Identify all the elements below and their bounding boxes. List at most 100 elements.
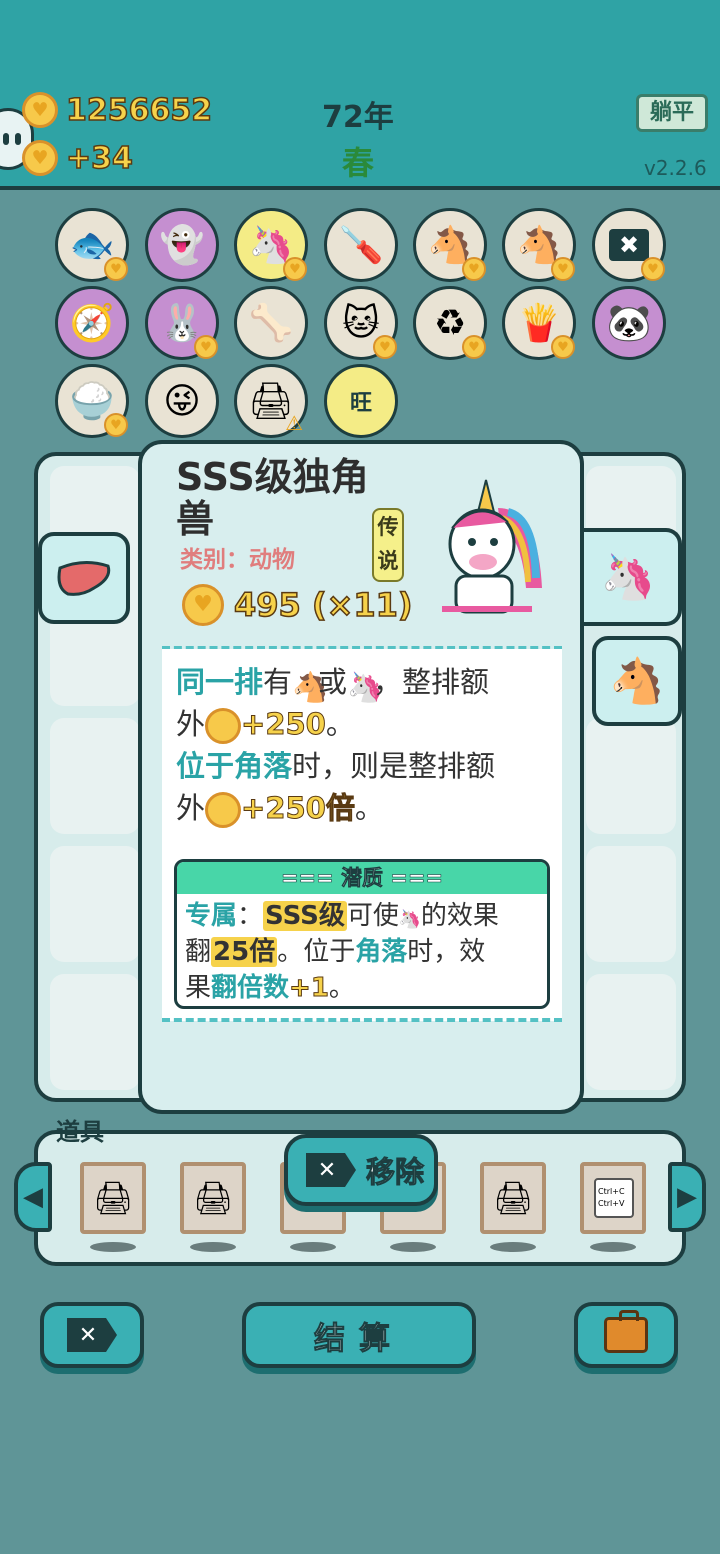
board-cell	[586, 974, 676, 1090]
effect-keyword: 同一排	[176, 665, 264, 699]
tool-slot-ctrl-c-v[interactable]: Ctrl+C Ctrl+V	[580, 1162, 646, 1234]
grid-item[interactable]: ✖ ♥	[592, 208, 666, 282]
potential-text: 专属：SSS级可使🦄的效果 翻25倍。位于角落时，效 果翻倍数+1。	[177, 894, 547, 1006]
potential-text-part: 。位于	[277, 937, 356, 967]
item-price-row: 495 (×11)	[182, 584, 413, 626]
grid-item[interactable]: 🐴 ♥	[502, 208, 576, 282]
potential-text-part: 的效果	[420, 901, 499, 931]
settle-label: 结算	[314, 1320, 404, 1357]
cat-icon: 🐱	[342, 302, 380, 344]
ghost-icon: 👻	[159, 225, 205, 266]
grid-item[interactable]: 🐰 ♥	[145, 286, 219, 360]
heart-badge-icon: ♥	[373, 335, 397, 359]
grid-item[interactable]: 旺	[324, 364, 398, 438]
horse-icon: 🐴	[609, 656, 665, 707]
divider	[162, 1018, 562, 1022]
effect-description: 同一排有🐴或🦄，整排额 外 +250。 位于角落时，则是整排额 外 +250倍。 =…	[162, 649, 562, 1021]
potential-text-part: 果	[185, 973, 212, 1003]
board-cell	[50, 974, 140, 1090]
tool-slot-printer[interactable]: 🖨	[180, 1162, 246, 1234]
remove-icon: ✕	[67, 1318, 117, 1352]
potential-highlight: SSS级	[263, 901, 347, 931]
potential-text-part: 。	[328, 973, 355, 1003]
printer-icon: 🖨	[92, 1179, 134, 1217]
heart-badge-icon: ♥	[104, 413, 128, 437]
grid-item[interactable]: 😜	[145, 364, 219, 438]
income-row: +34	[22, 140, 134, 177]
heart-badge-icon: ♥	[551, 335, 575, 359]
slot-shadow	[490, 1242, 536, 1252]
lie-flat-button[interactable]: 躺平	[636, 94, 708, 132]
grid-item[interactable]: 🦴	[234, 286, 308, 360]
remove-mode-button[interactable]: ✕	[40, 1302, 144, 1368]
remove-tag-icon: ✖	[608, 229, 650, 261]
potential-text-part: 时，效	[407, 937, 486, 967]
briefcase-icon	[604, 1310, 648, 1353]
version-label: v2.2.6	[644, 156, 707, 180]
grid-item[interactable]: ♻ ♥	[413, 286, 487, 360]
board-cell	[586, 846, 676, 962]
item-detail-popup: SSS级独角兽 类别：动物 传说 495 (×11) 同一排有🐴或🦄，整排额 外…	[138, 440, 584, 1114]
heart-badge-icon: ♥	[551, 257, 575, 281]
unicorn-slot-card[interactable]: 🦄	[578, 528, 682, 626]
ghost-tongue-icon: 😜	[163, 380, 201, 422]
grid-item[interactable]: 🪛	[324, 208, 398, 282]
coin-icon	[22, 140, 58, 176]
grid-item[interactable]: 🐱 ♥	[324, 286, 398, 360]
potential-keyword: 角落	[355, 937, 408, 967]
potential-header: === 潜质 ===	[177, 862, 547, 894]
horse-card[interactable]: 🐴	[592, 636, 682, 726]
wang-text-icon: 旺	[349, 391, 372, 416]
grid-item[interactable]: 🐼	[592, 286, 666, 360]
remove-button[interactable]: ✕ 移除	[284, 1134, 438, 1206]
effect-text-part: 外	[176, 791, 206, 825]
grid-item[interactable]: 🐴 ♥	[413, 208, 487, 282]
heart-badge-icon: ♥	[104, 257, 128, 281]
slot-shadow	[190, 1242, 236, 1252]
season-label: 春	[342, 144, 375, 182]
printer-icon: 🖨	[192, 1179, 234, 1217]
rarity-tag: 传说	[372, 508, 404, 582]
inventory-button[interactable]	[574, 1302, 678, 1368]
effect-text: 同一排有🐴或🦄，整排额 外 +250。 位于角落时，则是整排额 外 +250倍。	[176, 661, 556, 829]
potential-text-part: 可使	[346, 901, 399, 931]
unicorn-icon: 🦄	[600, 552, 656, 603]
heart-badge-icon: ♥	[641, 257, 665, 281]
chevron-left-icon: ◀	[23, 1182, 43, 1212]
slot-shadow	[590, 1242, 636, 1252]
horse-mini-icon: 🐴	[292, 670, 329, 704]
unicorn-mini-icon: 🦄	[347, 670, 384, 704]
potential-keyword: 专属	[185, 901, 238, 931]
liver-card[interactable]	[38, 532, 130, 624]
heart-badge-icon: ♥	[194, 335, 218, 359]
effect-keyword: 位于角落	[176, 749, 293, 783]
tools-label: 道具	[56, 1118, 104, 1146]
pet-bowl-icon: 🦴	[248, 303, 294, 344]
coin-total: 1256652	[65, 92, 213, 129]
potential-bonus: +1	[289, 973, 330, 1004]
unicorn-mini-icon: 🦄	[398, 908, 422, 930]
grid-item[interactable]: 🐟 ♥	[55, 208, 129, 282]
grid-item[interactable]: 🧭	[55, 286, 129, 360]
effect-text-part: 。	[354, 791, 384, 825]
grid-item[interactable]: 🍚 ♥	[55, 364, 129, 438]
warning-badge-icon: ⚠	[285, 411, 303, 435]
tool-slot-printer[interactable]: 🖨	[80, 1162, 146, 1234]
income-value: +34	[65, 140, 133, 177]
effect-text-part: 或	[318, 665, 348, 699]
effect-text-part: 时，则是整排额	[292, 749, 496, 783]
heart-badge-icon: ♥	[283, 257, 307, 281]
effect-text-part: 有	[263, 665, 293, 699]
remove-label: 移除	[365, 1155, 425, 1190]
grid-item[interactable]: 🦄 ♥	[234, 208, 308, 282]
effect-text-part: 。	[325, 707, 355, 741]
grid-item[interactable]: 🖨 ⚠	[234, 364, 308, 438]
tools-prev-button[interactable]: ◀	[14, 1162, 52, 1232]
grid-item[interactable]: 🍟 ♥	[502, 286, 576, 360]
coin-icon	[205, 792, 242, 828]
tool-slot-printer[interactable]: 🖨	[480, 1162, 546, 1234]
settle-button[interactable]: 结算	[242, 1302, 476, 1368]
effect-text-part: 外	[176, 707, 206, 741]
tools-next-button[interactable]: ▶	[668, 1162, 706, 1232]
grid-item[interactable]: 👻	[145, 208, 219, 282]
